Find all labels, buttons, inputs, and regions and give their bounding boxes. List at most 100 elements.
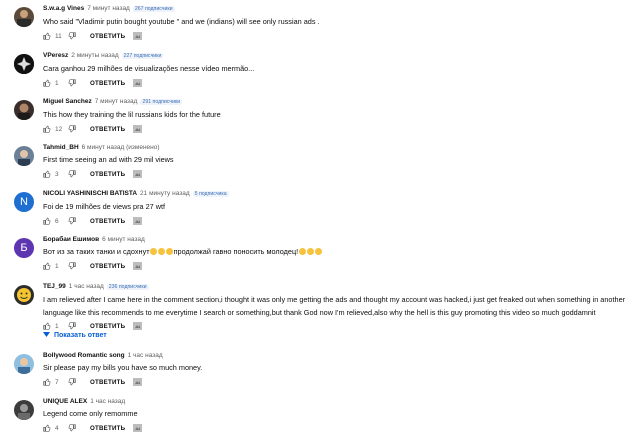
dislike-icon[interactable] <box>68 377 76 388</box>
chevron-down-icon <box>43 332 50 339</box>
like-count: 1 <box>55 79 59 87</box>
comment-text-part: Вот из за таких танки и сдохнут <box>43 247 150 256</box>
laughing-emoji-icon <box>298 248 306 255</box>
reply-button[interactable]: ОТВЕТИТЬ <box>90 80 125 87</box>
reply-button[interactable]: ОТВЕТИТЬ <box>90 263 125 270</box>
comment-author[interactable]: Bollywood Romantic song <box>43 352 125 359</box>
comment-author[interactable]: S.w.a.g Vines <box>43 5 84 12</box>
comment-list: S.w.a.g Vines 7 минут назад 267 подписчики… <box>0 0 640 442</box>
comment-time[interactable]: 1 час назад <box>69 283 104 290</box>
dislike-icon[interactable] <box>68 261 76 272</box>
avatar[interactable] <box>14 54 34 74</box>
comment-actions: 6 ОТВЕТИТЬ <box>43 216 634 229</box>
reply-button[interactable]: ОТВЕТИТЬ <box>90 379 125 386</box>
subscriber-badge: 227 подписчики <box>121 53 164 59</box>
laughing-emoji-icon <box>306 248 314 255</box>
like-icon[interactable] <box>43 125 51 135</box>
show-replies-label: Показать ответ <box>54 332 107 339</box>
reply-button[interactable]: ОТВЕТИТЬ <box>90 33 125 40</box>
comment-actions: 3 ОТВЕТИТЬ <box>43 169 634 182</box>
comment-author[interactable]: TEJ_99 <box>43 283 66 290</box>
comment-text: Cara ganhou 29 milhões de visualizações … <box>43 64 255 73</box>
comment-time[interactable]: 1 час назад <box>90 398 125 405</box>
image-icon[interactable] <box>133 322 142 330</box>
comment-author[interactable]: VPeresz <box>43 52 68 59</box>
comment-text: Foi de 19 milhões de views pra 27 wtf <box>43 202 166 211</box>
image-icon[interactable] <box>133 261 142 270</box>
reply-button[interactable]: ОТВЕТИТЬ <box>90 323 125 330</box>
comment-time[interactable]: 6 минут назад (изменено) <box>82 144 160 151</box>
subscriber-badge: 5 подписчика <box>192 191 229 197</box>
comment-text: Sir please pay my bills you have so much… <box>43 363 203 372</box>
image-icon[interactable] <box>133 124 142 133</box>
like-icon[interactable] <box>43 217 51 227</box>
comment-author[interactable]: Miguel Sanchez <box>43 98 92 105</box>
laughing-emoji-icon <box>166 248 174 255</box>
comment-text: Who said "Vladimir putin bought youtube … <box>43 17 320 26</box>
like-count: 4 <box>55 424 59 432</box>
laughing-emoji-icon <box>314 248 322 255</box>
like-icon[interactable] <box>43 32 51 42</box>
like-icon[interactable] <box>43 262 51 272</box>
avatar[interactable] <box>14 354 34 374</box>
comment-time[interactable]: 7 минут назад <box>87 5 130 12</box>
comment-actions: 1 ОТВЕТИТЬ <box>43 322 634 334</box>
avatar[interactable]: Б <box>14 238 34 258</box>
comment-author[interactable]: UNIQUE ALEX <box>43 398 87 405</box>
image-icon[interactable] <box>133 423 142 432</box>
dislike-icon[interactable] <box>68 216 76 227</box>
like-icon[interactable] <box>43 322 51 332</box>
avatar[interactable] <box>14 146 34 166</box>
avatar[interactable] <box>14 400 34 420</box>
image-icon[interactable] <box>133 78 142 87</box>
laughing-emoji-icon <box>158 248 166 255</box>
reply-button[interactable]: ОТВЕТИТЬ <box>90 425 125 432</box>
dislike-icon[interactable] <box>68 322 76 332</box>
like-icon[interactable] <box>43 424 51 434</box>
comment-text: Legend come only remomme <box>43 409 138 418</box>
comment-actions: 1 ОТВЕТИТЬ <box>43 78 634 91</box>
avatar[interactable]: N <box>14 192 34 212</box>
like-count: 1 <box>55 323 59 330</box>
reply-button[interactable]: ОТВЕТИТЬ <box>90 171 125 178</box>
like-count: 6 <box>55 217 59 225</box>
reply-button[interactable]: ОТВЕТИТЬ <box>90 126 125 133</box>
dislike-icon[interactable] <box>68 169 76 180</box>
reply-button[interactable]: ОТВЕТИТЬ <box>90 218 125 225</box>
like-count: 7 <box>55 378 59 386</box>
image-icon[interactable] <box>133 169 142 178</box>
comment-text-part: продолжай гавно поносить молодец! <box>173 247 299 256</box>
like-count: 3 <box>55 170 59 178</box>
dislike-icon[interactable] <box>68 423 76 434</box>
comment-actions: 4 ОТВЕТИТЬ <box>43 423 634 436</box>
comment-author[interactable]: NICOLI YASHINISCHI BATISTA <box>43 190 137 197</box>
dislike-icon[interactable] <box>68 78 76 89</box>
comment-time[interactable]: 6 минут назад <box>102 236 145 243</box>
avatar[interactable] <box>14 7 34 27</box>
comment-author[interactable]: Tahmid_BH <box>43 144 79 151</box>
subscriber-badge: 236 подписчики <box>106 284 149 290</box>
dislike-icon[interactable] <box>68 124 76 135</box>
dislike-icon[interactable] <box>68 31 76 42</box>
laughing-emoji-icon <box>150 248 158 255</box>
subscriber-badge: 291 подписчики <box>140 99 183 105</box>
avatar[interactable] <box>14 285 34 305</box>
image-icon[interactable] <box>133 216 142 225</box>
comment-time[interactable]: 1 час назад <box>128 352 163 359</box>
comment-text: I am relieved after I came here in the c… <box>43 295 626 317</box>
avatar-letter: Б <box>20 242 28 254</box>
comment-time[interactable]: 21 минуту назад <box>140 190 190 197</box>
image-icon[interactable] <box>133 377 142 386</box>
comment-time[interactable]: 7 минут назад <box>95 98 138 105</box>
comment-actions: 1 ОТВЕТИТЬ <box>43 261 634 274</box>
comment-time[interactable]: 2 минуты назад <box>71 52 118 59</box>
comment-author[interactable]: Борабаи Ешимов <box>43 236 99 243</box>
avatar[interactable] <box>14 100 34 120</box>
image-icon[interactable] <box>133 31 142 40</box>
show-replies-button[interactable]: Показать ответ <box>43 332 107 339</box>
like-icon[interactable] <box>43 378 51 388</box>
like-icon[interactable] <box>43 170 51 180</box>
like-count: 11 <box>55 32 62 40</box>
avatar-letter: N <box>20 196 28 208</box>
like-icon[interactable] <box>43 79 51 89</box>
